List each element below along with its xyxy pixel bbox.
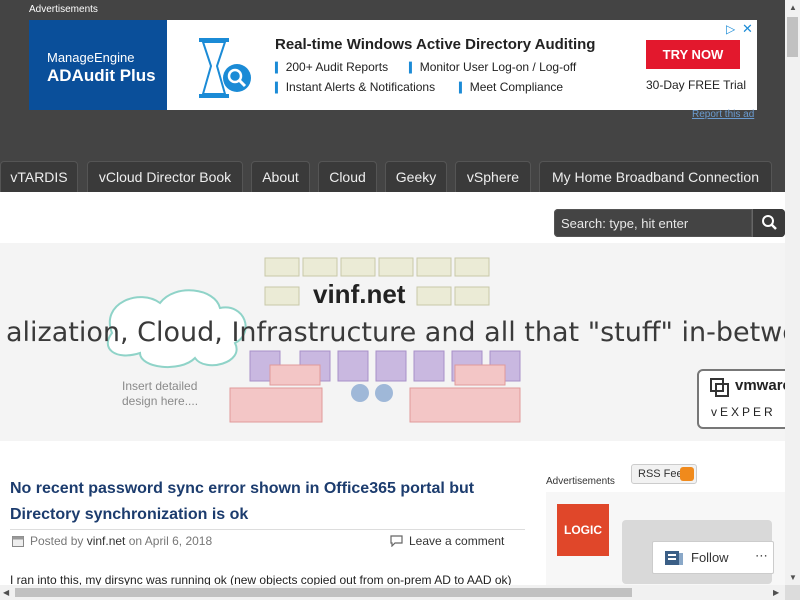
search-input[interactable] [554,209,752,237]
banner-ad[interactable]: ManageEngine ADAudit Plus Real-time Wind… [29,20,757,110]
scroll-down-icon[interactable]: ▼ [789,573,797,582]
vmware-logo: vmware [735,377,785,394]
follow-label: Follow [691,550,729,565]
vmware-logo-icon [710,378,729,397]
top-band: Advertisements ManageEngine ADAudit Plus… [0,0,785,192]
search-button[interactable] [752,209,785,237]
try-now-button[interactable]: TRY NOW [646,40,740,69]
rss-feed-button[interactable]: RSS Feed [631,464,697,484]
posted-by-label: Posted by [30,534,87,548]
follow-icon [665,551,683,565]
advertisements-label: Advertisements [29,4,98,15]
nav-tab-vsphere[interactable]: vSphere [455,161,531,192]
site-tagline: alization, Cloud, Infrastructure and all… [6,317,785,348]
insert-note-line: Insert detailed [122,379,198,393]
post-date: on April 6, 2018 [125,534,213,548]
follow-button[interactable]: Follow ⋯ [652,541,774,574]
report-ad-link[interactable]: Report this ad [692,109,754,120]
scroll-right-icon[interactable]: ▶ [773,588,779,597]
vertical-scroll-thumb[interactable] [787,17,798,57]
nav-tab-vtardis[interactable]: vTARDIS [0,161,78,192]
post-title[interactable]: No recent password sync error shown in O… [10,476,520,528]
site-title[interactable]: vinf.net [313,279,405,310]
site-header-image[interactable]: vinf.net alization, Cloud, Infrastructur… [0,243,785,441]
leave-comment-label: Leave a comment [409,534,505,548]
ad-headline: Real-time Windows Active Directory Audit… [275,36,596,53]
ad-bullet: Instant Alerts & Notifications [275,80,435,94]
horizontal-scroll-thumb[interactable] [15,588,632,597]
rss-icon [680,467,694,481]
comment-icon [390,535,403,548]
logic-logo: LOGIC [557,504,609,556]
calendar-icon [12,536,24,547]
ad-brand-panel: ManageEngine ADAudit Plus [29,20,167,110]
more-icon[interactable]: ⋯ [755,548,768,564]
insert-design-note: Insert detailed design here.... [122,379,198,409]
leave-comment-link[interactable]: Leave a comment [390,534,504,548]
ad-bullet: Meet Compliance [459,80,563,94]
nav-tab-cloud[interactable]: Cloud [318,161,377,192]
sidebar-advertisements-label: Advertisements [546,476,615,487]
close-icon[interactable]: ✕ [742,21,753,37]
nav-tab-geeky[interactable]: Geeky [385,161,447,192]
post-divider [10,529,525,530]
nav-tab-about[interactable]: About [251,161,310,192]
post-author-link[interactable]: vinf.net [87,534,126,548]
browser-viewport: Advertisements ManageEngine ADAudit Plus… [0,0,800,600]
vexpert-badge: vmware vEXPER [697,369,785,429]
ad-brand-top: ManageEngine [47,50,135,65]
ad-bullet: Monitor User Log-on / Log-off [409,60,577,74]
insert-note-line: design here.... [122,394,199,408]
hourglass-search-icon [199,38,251,98]
nav-tab-home-broadband[interactable]: My Home Broadband Connection [539,161,772,192]
vexpert-label: vEXPER [711,405,776,419]
post-meta: Posted by vinf.net on April 6, 2018 [12,534,212,548]
ad-trial-text: 30-Day FREE Trial [646,78,747,92]
vertical-scrollbar[interactable]: ▲ ▼ [785,0,800,585]
nav-tab-vcloud-director-book[interactable]: vCloud Director Book [87,161,243,192]
adchoices-icon[interactable]: ▷ [726,22,735,36]
scrollbar-corner [785,585,800,600]
search-icon [762,215,777,230]
ad-bullet: 200+ Audit Reports [275,60,388,74]
scroll-left-icon[interactable]: ◀ [3,588,9,597]
horizontal-scrollbar[interactable]: ◀ ▶ [0,585,785,600]
ad-brand-bottom: ADAudit Plus [47,66,156,85]
search-box [554,209,785,237]
scroll-up-icon[interactable]: ▲ [789,3,797,12]
